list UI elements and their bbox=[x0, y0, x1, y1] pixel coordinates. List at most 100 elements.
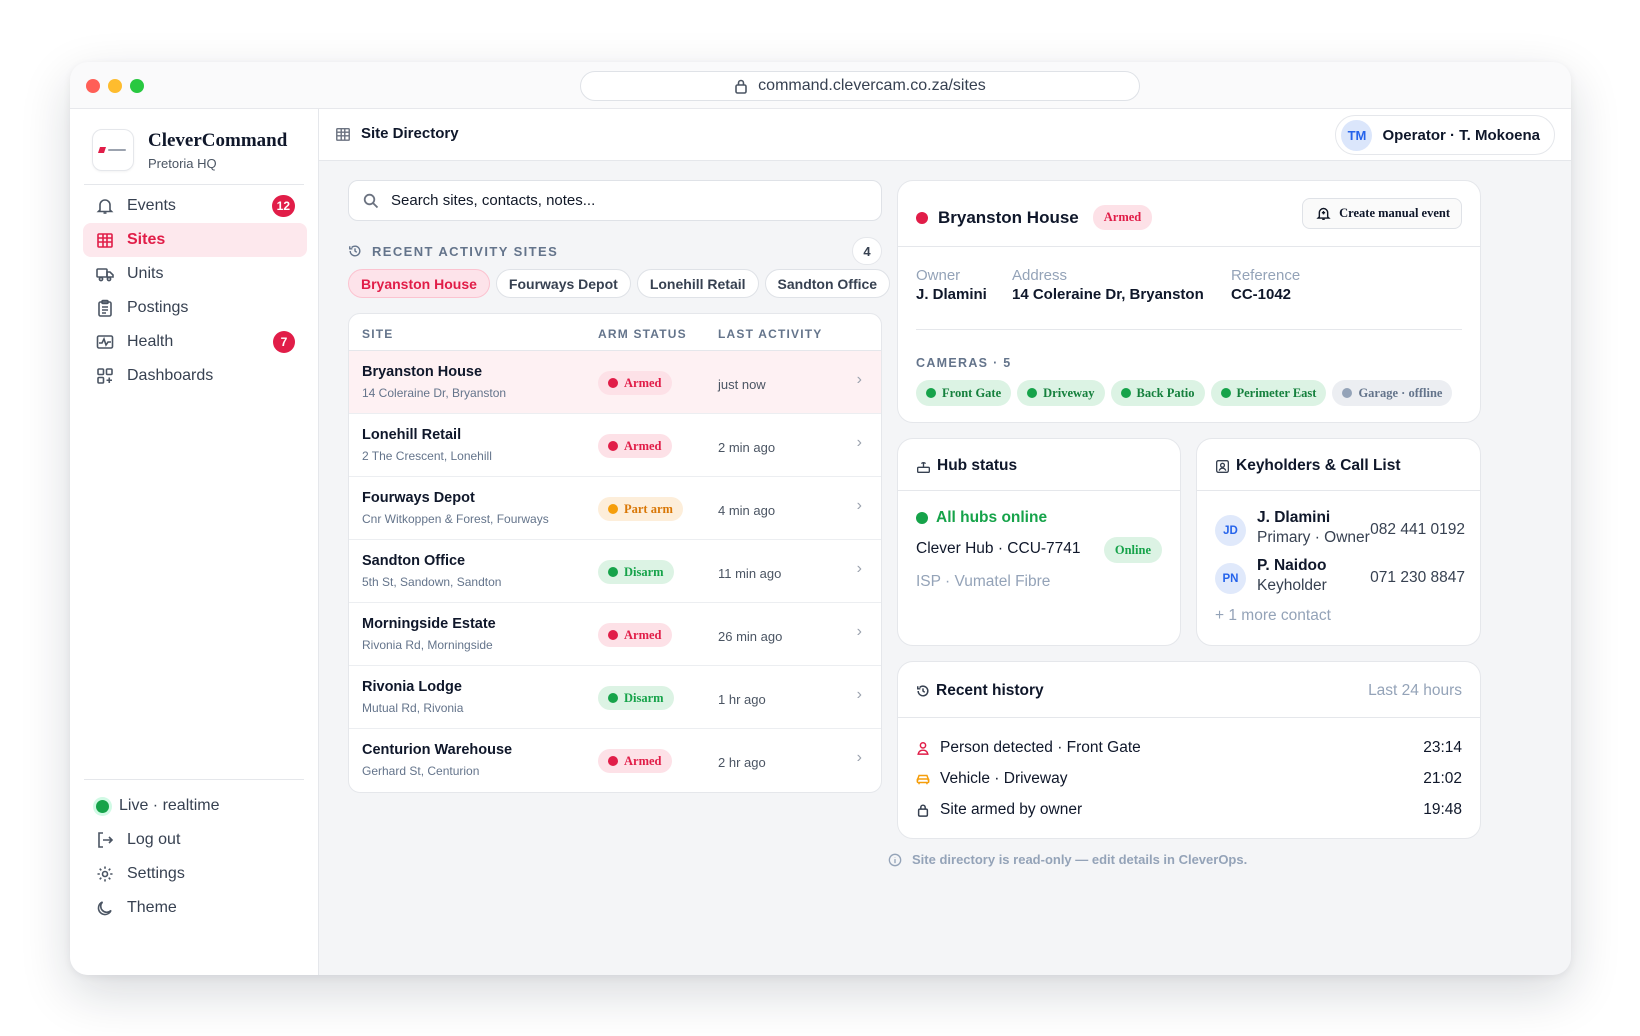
user-menu-button[interactable]: TM Operator · T. Mokoena bbox=[1335, 115, 1555, 155]
live-status-indicator: Live · realtime bbox=[83, 789, 307, 823]
camera-chip[interactable]: Back Patio bbox=[1110, 380, 1205, 406]
contact-phone[interactable]: 082 441 0192 bbox=[1370, 521, 1465, 539]
maximize-window-button[interactable] bbox=[130, 79, 144, 93]
create-manual-event-button[interactable]: Create manual event bbox=[1302, 198, 1462, 229]
site-address: 14 Coleraine Dr, Bryanston bbox=[362, 386, 507, 400]
history-time: 21:02 bbox=[1423, 770, 1462, 787]
recent-history-title: Recent history bbox=[916, 682, 1044, 700]
lock-icon bbox=[735, 79, 747, 94]
site-name: Rivonia Lodge bbox=[362, 679, 462, 695]
table-row[interactable]: Fourways Depot Cnr Witkoppen & Forest, F… bbox=[349, 477, 881, 540]
chevron-right-icon: › bbox=[856, 623, 862, 640]
read-only-note: Site directory is read-only — edit detai… bbox=[888, 852, 1247, 867]
recent-chip-bryanston-house[interactable]: Bryanston House bbox=[348, 269, 490, 298]
site-name: Bryanston House bbox=[362, 364, 483, 380]
sidebar-item-label: Health bbox=[127, 333, 174, 350]
history-text: Vehicle · Driveway bbox=[940, 770, 1068, 787]
address-field: Address 14 Coleraine Dr, Bryanston bbox=[1012, 267, 1204, 303]
page-title: Site Directory bbox=[361, 125, 459, 142]
camera-list: Front Gate Driveway Back Patio Perimeter… bbox=[916, 380, 1453, 406]
search-bar[interactable] bbox=[348, 180, 882, 221]
sidebar-item-events[interactable]: Events 12 bbox=[83, 189, 307, 223]
clipboard-icon bbox=[98, 299, 112, 317]
history-range[interactable]: Last 24 hours bbox=[1368, 682, 1462, 700]
avatar: TM bbox=[1341, 119, 1373, 151]
brand-name: CleverCommand bbox=[148, 129, 288, 151]
column-header-arm-status[interactable]: ARM STATUS bbox=[598, 327, 687, 341]
history-text: Site armed by owner bbox=[940, 801, 1083, 818]
building-icon bbox=[336, 127, 350, 141]
contact-name: J. Dlamini bbox=[1257, 509, 1331, 526]
person-icon bbox=[917, 742, 929, 755]
cameras-heading: CAMERAS · 5 bbox=[916, 356, 1012, 370]
site-address: 5th St, Sandown, Sandton bbox=[362, 575, 502, 589]
table-row[interactable]: Sandton Office 5th St, Sandown, Sandton … bbox=[349, 540, 881, 603]
history-time: 23:14 bbox=[1423, 739, 1462, 756]
contact-row[interactable]: JD J. Dlamini Primary · Owner 082 441 01… bbox=[1215, 509, 1465, 549]
sidebar-item-label: Events bbox=[127, 197, 176, 214]
minimize-window-button[interactable] bbox=[108, 79, 122, 93]
status-badge: Armed bbox=[598, 371, 672, 395]
history-time: 19:48 bbox=[1423, 801, 1462, 818]
history-item[interactable]: Site armed by owner 19:48 bbox=[916, 799, 1462, 821]
hub-name: Clever Hub · CCU-7741 bbox=[916, 540, 1081, 557]
contact-phone[interactable]: 071 230 8847 bbox=[1370, 569, 1465, 587]
logout-button[interactable]: Log out bbox=[83, 823, 307, 857]
table-row[interactable]: Rivonia Lodge Mutual Rd, Rivonia Disarm … bbox=[349, 666, 881, 729]
address-bar[interactable]: command.clevercam.co.za/sites bbox=[580, 71, 1140, 101]
sidebar: CleverCommand Pretoria HQ Events 12 Site… bbox=[70, 109, 319, 975]
more-contacts-link[interactable]: + 1 more contact bbox=[1215, 607, 1331, 625]
recent-chip-lonehill-retail[interactable]: Lonehill Retail bbox=[636, 269, 759, 298]
pulse-icon bbox=[96, 335, 114, 349]
grid-icon bbox=[97, 368, 113, 384]
search-input[interactable] bbox=[391, 192, 851, 209]
recent-chip-fourways-depot[interactable]: Fourways Depot bbox=[495, 269, 631, 298]
address-value: 14 Coleraine Dr, Bryanston bbox=[1012, 286, 1204, 303]
site-detail-name: Bryanston House bbox=[938, 207, 1079, 227]
camera-chip-offline[interactable]: Garage · offline bbox=[1332, 380, 1453, 406]
reference-field: Reference CC-1042 bbox=[1231, 267, 1300, 303]
info-icon bbox=[888, 853, 902, 866]
recent-chip-sandton-office[interactable]: Sandton Office bbox=[764, 269, 891, 298]
table-header: SITE ARM STATUS LAST ACTIVITY bbox=[349, 314, 881, 351]
site-detail-card: Bryanston House Armed Create manual even… bbox=[897, 180, 1481, 423]
camera-chip[interactable]: Perimeter East bbox=[1210, 380, 1327, 406]
status-badge: Part arm bbox=[598, 497, 683, 521]
health-alert-badge: 7 bbox=[273, 331, 295, 353]
history-item[interactable]: Vehicle · Driveway 21:02 bbox=[916, 768, 1462, 790]
brand[interactable]: CleverCommand Pretoria HQ bbox=[92, 129, 287, 171]
site-name: Fourways Depot bbox=[362, 490, 475, 506]
close-window-button[interactable] bbox=[86, 79, 100, 93]
search-icon bbox=[363, 193, 379, 208]
camera-chip[interactable]: Driveway bbox=[1017, 380, 1105, 406]
contact-row[interactable]: PN P. Naidoo Keyholder 071 230 8847 bbox=[1215, 557, 1465, 597]
divider bbox=[916, 329, 1462, 330]
recent-activity-title: RECENT ACTIVITY SITES bbox=[372, 243, 559, 259]
site-address: Rivonia Rd, Morningside bbox=[362, 638, 493, 652]
sidebar-item-sites[interactable]: Sites bbox=[83, 223, 307, 257]
url-text: command.clevercam.co.za/sites bbox=[758, 77, 986, 94]
site-name: Sandton Office bbox=[362, 553, 466, 569]
status-badge: Disarm bbox=[598, 560, 674, 584]
brand-subtitle: Pretoria HQ bbox=[148, 155, 217, 171]
sidebar-item-label: Units bbox=[127, 265, 164, 282]
settings-button[interactable]: Settings bbox=[83, 857, 307, 891]
last-activity: 26 min ago bbox=[718, 629, 783, 644]
history-item[interactable]: Person detected · Front Gate 23:14 bbox=[916, 737, 1462, 759]
user-label: Operator · T. Mokoena bbox=[1382, 126, 1540, 144]
table-row[interactable]: Morningside Estate Rivonia Rd, Morningsi… bbox=[349, 603, 881, 666]
theme-toggle[interactable]: Theme bbox=[83, 891, 307, 925]
truck-icon bbox=[96, 268, 114, 282]
table-row[interactable]: Centurion Warehouse Gerhard St, Centurio… bbox=[349, 729, 881, 792]
sidebar-item-postings[interactable]: Postings bbox=[83, 291, 307, 325]
column-header-last-activity[interactable]: LAST ACTIVITY bbox=[718, 327, 823, 341]
camera-chip[interactable]: Front Gate bbox=[916, 380, 1012, 406]
table-row[interactable]: Lonehill Retail 2 The Crescent, Lonehill… bbox=[349, 414, 881, 477]
sidebar-item-health[interactable]: Health 7 bbox=[83, 325, 307, 359]
column-header-site[interactable]: SITE bbox=[362, 327, 393, 341]
last-activity: just now bbox=[718, 377, 766, 392]
sidebar-item-units[interactable]: Units bbox=[83, 257, 307, 291]
status-dot bbox=[916, 512, 928, 524]
sidebar-item-dashboards[interactable]: Dashboards bbox=[83, 359, 307, 393]
table-row[interactable]: Bryanston House 14 Coleraine Dr, Bryanst… bbox=[349, 351, 881, 414]
